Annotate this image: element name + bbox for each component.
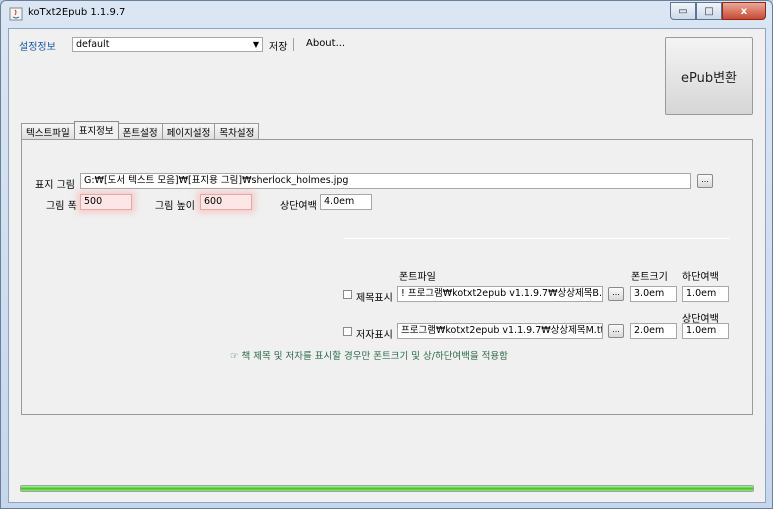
- font-size-header: 폰트크기: [631, 272, 668, 283]
- title-font-browse-button[interactable]: ...: [608, 287, 624, 301]
- top-margin-field[interactable]: 4.0em: [320, 194, 372, 210]
- author-font-file-field[interactable]: 프로그램₩kotxt2epub v1.1.9.7₩상상제목M.ttf: [397, 323, 603, 339]
- title-display-checkbox[interactable]: [343, 290, 352, 299]
- chevron-down-icon: ▼: [252, 40, 259, 49]
- minimize-button[interactable]: ▭: [670, 2, 696, 20]
- author-display-label: 저자표시: [356, 330, 393, 341]
- epub-convert-button[interactable]: ePub변환: [665, 37, 753, 115]
- divider: [344, 238, 730, 239]
- tab-cover-info[interactable]: 표지정보: [73, 121, 119, 139]
- title-font-size-field[interactable]: 3.0em: [630, 286, 677, 302]
- bottom-margin-header: 하단여백: [682, 272, 719, 283]
- author-display-checkbox[interactable]: [343, 327, 352, 336]
- title-font-file-field[interactable]: ! 프로그램₩kotxt2epub v1.1.9.7₩상상제목B.ttf: [397, 286, 603, 302]
- image-width-field[interactable]: 500: [80, 194, 132, 210]
- title-bottom-margin-field[interactable]: 1.0em: [682, 286, 729, 302]
- title-bar: koTxt2Epub 1.1.9.7 ▭ □ x: [1, 1, 772, 27]
- settings-label: 설정정보: [19, 42, 56, 53]
- close-button[interactable]: x: [722, 2, 766, 20]
- settings-value: default: [76, 39, 110, 50]
- maximize-button[interactable]: □: [696, 2, 722, 20]
- image-height-label: 그림 높이: [155, 201, 195, 212]
- main-content: 설정정보 default ▼ 저장 About... ePub변환 텍스트파일 …: [8, 28, 766, 503]
- cover-image-path-field[interactable]: G:₩[도서 텍스트 모음]₩[표지용 그림]₩sherlock_holmes.…: [80, 173, 691, 189]
- java-app-icon: [9, 7, 23, 21]
- margin-note: ☞ 책 제목 및 저자를 표시할 경우만 폰트크기 및 상/하단여백을 적용함: [230, 351, 508, 362]
- tab-page-settings[interactable]: 페이지설정: [161, 123, 216, 139]
- tab-bar: 텍스트파일 표지정보 폰트설정 페이지설정 목차설정: [21, 121, 260, 139]
- save-button[interactable]: 저장: [269, 38, 287, 53]
- author-top-margin-field[interactable]: 1.0em: [682, 323, 729, 339]
- tab-text-file[interactable]: 텍스트파일: [21, 123, 75, 139]
- cover-image-label: 표지 그림: [35, 180, 75, 191]
- window-controls: ▭ □ x: [670, 2, 766, 21]
- cover-info-panel: 표지 그림 G:₩[도서 텍스트 모음]₩[표지용 그림]₩sherlock_h…: [21, 139, 753, 415]
- title-display-label: 제목표시: [356, 293, 393, 304]
- tab-font-settings[interactable]: 폰트설정: [117, 123, 163, 139]
- top-margin-label: 상단여백: [280, 201, 317, 212]
- conversion-progress-bar: [20, 485, 754, 492]
- tab-toc-settings[interactable]: 목차설정: [214, 123, 260, 139]
- font-file-header: 폰트파일: [399, 272, 436, 283]
- image-height-field[interactable]: 600: [200, 194, 252, 210]
- app-window: koTxt2Epub 1.1.9.7 ▭ □ x 설정정보 default ▼ …: [0, 0, 773, 509]
- image-width-label: 그림 폭: [46, 201, 77, 212]
- author-font-browse-button[interactable]: ...: [608, 324, 624, 338]
- cover-image-browse-button[interactable]: ...: [697, 174, 713, 188]
- settings-combo[interactable]: default ▼: [72, 37, 263, 52]
- about-button[interactable]: About...: [306, 38, 345, 49]
- window-title: koTxt2Epub 1.1.9.7: [28, 7, 126, 18]
- author-font-size-field[interactable]: 2.0em: [630, 323, 677, 339]
- toolbar-separator: [293, 38, 294, 51]
- progress-fill: [21, 486, 753, 491]
